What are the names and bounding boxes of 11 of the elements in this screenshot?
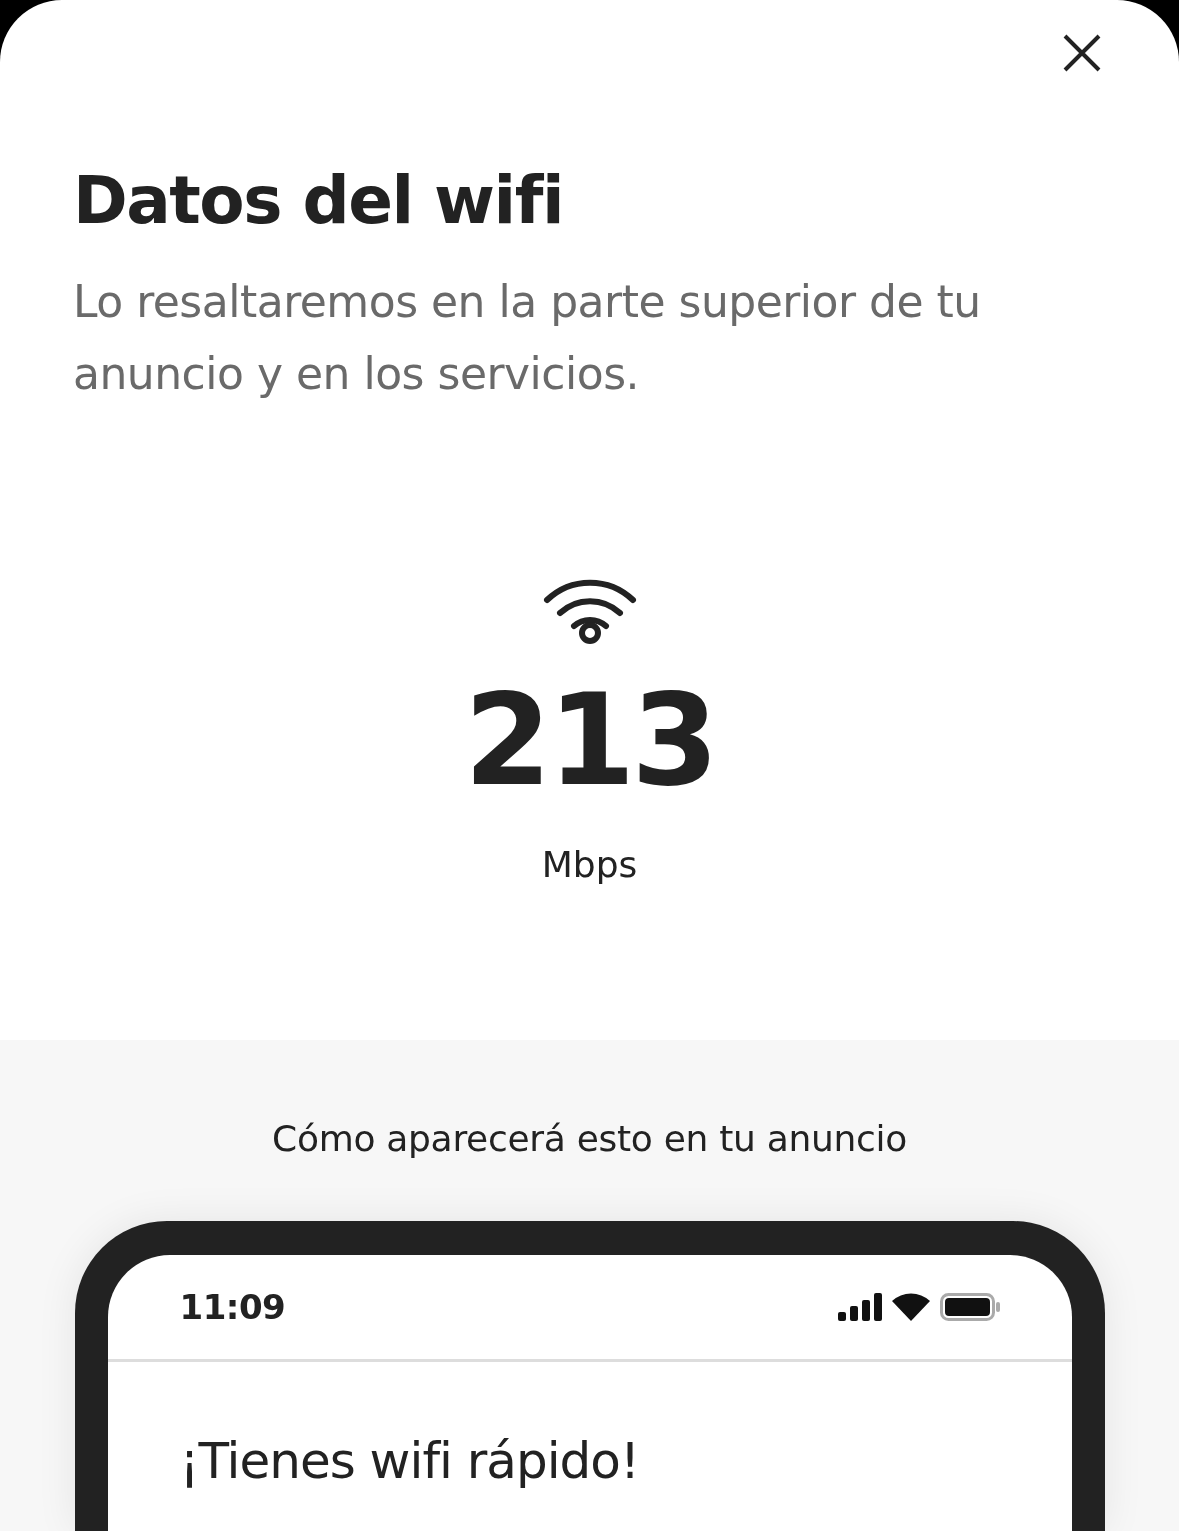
close-button[interactable]	[1062, 33, 1102, 73]
wifi-icon	[891, 1293, 930, 1321]
battery-icon	[939, 1293, 1000, 1321]
speed-value: 213	[464, 677, 715, 804]
speed-unit: Mbps	[541, 843, 638, 885]
subtitle: Lo resaltaremos en la parte superior de tu anuncio y en los servicios.	[73, 274, 982, 401]
title: Datos del wifi	[73, 165, 565, 238]
status-time: 11:09	[179, 1287, 286, 1327]
signal-icon	[837, 1293, 882, 1321]
phone-heading: ¡Tienes wifi rápido!	[179, 1432, 640, 1490]
preview-caption: Cómo aparecerá esto en tu anuncio	[272, 1118, 907, 1159]
